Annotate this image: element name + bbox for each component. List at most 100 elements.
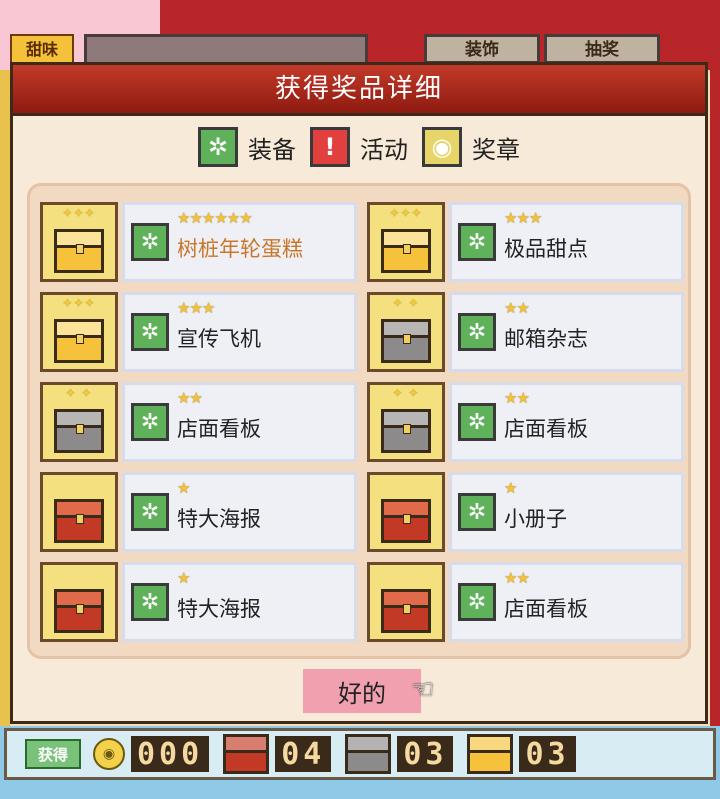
prize-info: ✲ ★★ 店面看板 [122,382,357,462]
treasure-chest-icon: ✦ ✦ [40,382,118,462]
gear-icon: ✲ [131,403,169,441]
prize-grid: ✦✦✦ ✲ ★★★★★★ 树桩年轮蛋糕 ✦✦✦ ✲ ★★★ 极品甜点 ✦✦✦ ✲ ★★★ 宣传飞机 ✦ … [40,202,688,642]
obtained-summary: 获得 ◉ 000 04 03 03 [4,728,716,780]
rarity-stars: ★★★ [177,299,215,317]
prize-info: ✲ ★★★★★★ 树桩年轮蛋糕 [122,202,357,282]
pointing-hand-icon: ☜ [411,675,435,705]
treasure-chest-icon [367,562,445,642]
legend-label-event: 活动 [360,135,408,164]
red-chest-icon [223,734,270,774]
chest-box [54,409,104,453]
prize-info: ✲ ★★ 邮箱杂志 [449,292,684,372]
prize-item: ✲ ★★ 店面看板 [367,562,684,642]
exclamation-icon: ! [310,127,350,167]
gold-chest-icon [467,734,514,774]
treasure-chest-icon [367,472,445,552]
background-right-edge [710,70,720,730]
gear-icon: ✲ [458,583,496,621]
rarity-stars: ★★ [177,389,203,407]
prize-info: ✲ ★ 小册子 [449,472,684,552]
obtained-label: 获得 [25,739,81,769]
sparkle-icon: ✦✦✦ [62,206,96,220]
chest-box [54,229,104,273]
prize-name: 极品甜点 [504,237,588,261]
legend-item-medal: ◉ 奖章 [422,127,520,167]
prize-info: ✲ ★★★ 极品甜点 [449,202,684,282]
medal-icon: ◉ [422,127,462,167]
chest-box [54,589,104,633]
prize-name: 宣传飞机 [177,327,261,351]
chest-box [54,319,104,363]
gear-icon: ✲ [458,223,496,261]
treasure-chest-icon [40,562,118,642]
prize-item: ✦✦✦ ✲ ★★★ 极品甜点 [367,202,684,282]
background-left-edge [0,70,10,730]
chest-box [381,229,431,273]
prize-item: ✦✦✦ ✲ ★★★★★★ 树桩年轮蛋糕 [40,202,357,282]
silver-chest-counter: 03 [397,736,454,772]
prize-item: ✦✦✦ ✲ ★★★ 宣传飞机 [40,292,357,372]
sparkle-icon: ✦ ✦ [392,296,420,310]
medal-coin-icon: ◉ [93,738,125,770]
prize-item: ✦ ✦ ✲ ★★ 邮箱杂志 [367,292,684,372]
silver-chest-icon [345,734,392,774]
rarity-stars: ★ [177,569,190,587]
prize-item: ✲ ★ 特大海报 [40,562,357,642]
gear-icon: ✲ [131,493,169,531]
rarity-stars: ★★ [504,389,530,407]
treasure-chest-icon: ✦✦✦ [367,202,445,282]
chest-box [381,499,431,543]
gear-icon: ✲ [131,223,169,261]
prize-list-panel: ✦✦✦ ✲ ★★★★★★ 树桩年轮蛋糕 ✦✦✦ ✲ ★★★ 极品甜点 ✦✦✦ ✲ ★★★ 宣传飞机 ✦ … [27,183,691,659]
bottom-bar: 获得 ◉ 000 04 03 03 [0,726,720,799]
gear-icon: ✲ [458,493,496,531]
coin-counter: 000 [131,736,210,772]
background-tabs: 装饰 抽奖 [424,34,660,64]
legend-label-medal: 奖章 [472,135,520,164]
gear-icon: ✲ [198,127,238,167]
gear-icon: ✲ [131,313,169,351]
prize-info: ✲ ★ 特大海报 [122,472,357,552]
rarity-stars: ★★★★★★ [177,209,253,227]
prize-info: ✲ ★ 特大海报 [122,562,357,642]
treasure-chest-icon: ✦ ✦ [367,292,445,372]
legend: ✲ 装备 ! 活动 ◉ 奖章 [13,127,705,167]
sparkle-icon: ✦✦✦ [389,206,423,220]
rarity-stars: ★★★ [504,209,542,227]
prize-name: 特大海报 [177,507,261,531]
rarity-stars: ★★ [504,299,530,317]
dialog-title: 获得奖品详细 [13,65,705,116]
chest-box [381,409,431,453]
prize-name: 店面看板 [177,417,261,441]
chest-box [54,499,104,543]
ok-button[interactable]: 好的 [303,669,421,713]
prize-details-dialog: 获得奖品详细 ✲ 装备 ! 活动 ◉ 奖章 ✦✦✦ ✲ ★★★★★★ 树桩年轮蛋糕 ✦✦… [10,62,708,724]
treasure-chest-icon: ✦ ✦ [367,382,445,462]
legend-item-equipment: ✲ 装备 [198,127,296,167]
rarity-stars: ★ [504,479,517,497]
gear-icon: ✲ [458,313,496,351]
red-chest-counter: 04 [275,736,332,772]
prize-name: 小册子 [504,507,567,531]
sparkle-icon: ✦ ✦ [65,386,93,400]
prize-info: ✲ ★★ 店面看板 [449,562,684,642]
prize-name: 店面看板 [504,417,588,441]
prize-name: 店面看板 [504,597,588,621]
prize-item: ✦ ✦ ✲ ★★ 店面看板 [367,382,684,462]
prize-name: 树桩年轮蛋糕 [177,237,303,261]
sparkle-icon: ✦✦✦ [62,296,96,310]
treasure-chest-icon: ✦✦✦ [40,292,118,372]
prize-item: ✲ ★ 小册子 [367,472,684,552]
rarity-stars: ★★ [504,569,530,587]
gold-chest-counter: 03 [519,736,576,772]
treasure-chest-icon: ✦✦✦ [40,202,118,282]
rarity-stars: ★ [177,479,190,497]
gear-icon: ✲ [458,403,496,441]
background-tab-decoration: 装饰 [424,34,540,64]
chest-box [381,319,431,363]
chest-box [381,589,431,633]
legend-item-event: ! 活动 [310,127,408,167]
gear-icon: ✲ [131,583,169,621]
treasure-chest-icon [40,472,118,552]
prize-info: ✲ ★★ 店面看板 [449,382,684,462]
